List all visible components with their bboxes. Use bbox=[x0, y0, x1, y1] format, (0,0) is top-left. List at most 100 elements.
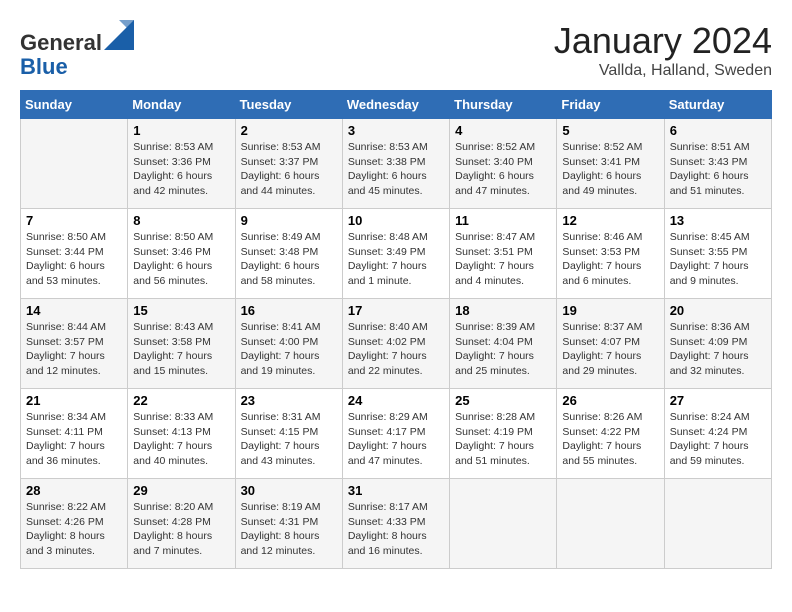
day-number: 14 bbox=[26, 303, 122, 318]
calendar-table: Sunday Monday Tuesday Wednesday Thursday… bbox=[20, 90, 772, 569]
day-number: 21 bbox=[26, 393, 122, 408]
day-number: 24 bbox=[348, 393, 444, 408]
title-block: January 2024 Vallda, Halland, Sweden bbox=[554, 20, 772, 80]
day-number: 27 bbox=[670, 393, 766, 408]
calendar-cell-w5-d6 bbox=[664, 479, 771, 569]
day-info: Sunrise: 8:37 AM Sunset: 4:07 PM Dayligh… bbox=[562, 320, 658, 379]
day-info: Sunrise: 8:50 AM Sunset: 3:44 PM Dayligh… bbox=[26, 230, 122, 289]
calendar-cell-w2-d2: 9 Sunrise: 8:49 AM Sunset: 3:48 PM Daylig… bbox=[235, 209, 342, 299]
calendar-cell-w1-d4: 4Sunrise: 8:52 AM Sunset: 3:40 PM Daylig… bbox=[450, 119, 557, 209]
calendar-cell-w5-d4 bbox=[450, 479, 557, 569]
calendar-cell-w1-d2: 2Sunrise: 8:53 AM Sunset: 3:37 PM Daylig… bbox=[235, 119, 342, 209]
day-info: Sunrise: 8:39 AM Sunset: 4:04 PM Dayligh… bbox=[455, 320, 551, 379]
day-headers-row: Sunday Monday Tuesday Wednesday Thursday… bbox=[21, 91, 772, 119]
day-number: 2 bbox=[241, 123, 337, 138]
day-info: Sunrise: 8:44 AM Sunset: 3:57 PM Dayligh… bbox=[26, 320, 122, 379]
calendar-cell-w1-d6: 6Sunrise: 8:51 AM Sunset: 3:43 PM Daylig… bbox=[664, 119, 771, 209]
calendar-cell-w1-d3: 3 Sunrise: 8:53 AM Sunset: 3:38 PM Daylig… bbox=[342, 119, 449, 209]
day-number: 25 bbox=[455, 393, 551, 408]
day-number: 1 bbox=[133, 123, 229, 138]
calendar-cell-w3-d6: 20 Sunrise: 8:36 AM Sunset: 4:09 PM Dayli… bbox=[664, 299, 771, 389]
logo: General Blue bbox=[20, 20, 134, 79]
day-number: 4 bbox=[455, 123, 551, 138]
calendar-cell-w5-d3: 31 Sunrise: 8:17 AM Sunset: 4:33 PM Dayli… bbox=[342, 479, 449, 569]
day-info: Sunrise: 8:43 AM Sunset: 3:58 PM Dayligh… bbox=[133, 320, 229, 379]
calendar-cell-w5-d5 bbox=[557, 479, 664, 569]
day-info: Sunrise: 8:26 AM Sunset: 4:22 PM Dayligh… bbox=[562, 410, 658, 469]
week-row-2: 7 Sunrise: 8:50 AM Sunset: 3:44 PM Daylig… bbox=[21, 209, 772, 299]
day-number: 31 bbox=[348, 483, 444, 498]
day-number: 11 bbox=[455, 213, 551, 228]
calendar-cell-w5-d0: 28 Sunrise: 8:22 AM Sunset: 4:26 PM Dayli… bbox=[21, 479, 128, 569]
day-number: 20 bbox=[670, 303, 766, 318]
day-number: 9 bbox=[241, 213, 337, 228]
week-row-4: 21 Sunrise: 8:34 AM Sunset: 4:11 PM Dayli… bbox=[21, 389, 772, 479]
day-number: 30 bbox=[241, 483, 337, 498]
day-number: 3 bbox=[348, 123, 444, 138]
week-row-1: 1 Sunrise: 8:53 AM Sunset: 3:36 PM Daylig… bbox=[21, 119, 772, 209]
day-info: Sunrise: 8:53 AM Sunset: 3:36 PM Dayligh… bbox=[133, 140, 229, 199]
calendar-cell-w4-d0: 21 Sunrise: 8:34 AM Sunset: 4:11 PM Dayli… bbox=[21, 389, 128, 479]
calendar-cell-w4-d2: 23Sunrise: 8:31 AM Sunset: 4:15 PM Dayli… bbox=[235, 389, 342, 479]
week-row-5: 28 Sunrise: 8:22 AM Sunset: 4:26 PM Dayli… bbox=[21, 479, 772, 569]
calendar-cell-w3-d2: 16 Sunrise: 8:41 AM Sunset: 4:00 PM Dayli… bbox=[235, 299, 342, 389]
month-title: January 2024 bbox=[554, 20, 772, 62]
calendar-cell-w5-d2: 30 Sunrise: 8:19 AM Sunset: 4:31 PM Dayli… bbox=[235, 479, 342, 569]
day-info: Sunrise: 8:41 AM Sunset: 4:00 PM Dayligh… bbox=[241, 320, 337, 379]
calendar-cell-w2-d3: 10Sunrise: 8:48 AM Sunset: 3:49 PM Dayli… bbox=[342, 209, 449, 299]
day-number: 26 bbox=[562, 393, 658, 408]
calendar-cell-w1-d1: 1 Sunrise: 8:53 AM Sunset: 3:36 PM Daylig… bbox=[128, 119, 235, 209]
week-row-3: 14 Sunrise: 8:44 AM Sunset: 3:57 PM Dayli… bbox=[21, 299, 772, 389]
calendar-cell-w2-d6: 13 Sunrise: 8:45 AM Sunset: 3:55 PM Dayli… bbox=[664, 209, 771, 299]
logo-icon bbox=[104, 20, 134, 50]
day-info: Sunrise: 8:29 AM Sunset: 4:17 PM Dayligh… bbox=[348, 410, 444, 469]
day-number: 16 bbox=[241, 303, 337, 318]
location-title: Vallda, Halland, Sweden bbox=[554, 62, 772, 80]
day-info: Sunrise: 8:34 AM Sunset: 4:11 PM Dayligh… bbox=[26, 410, 122, 469]
day-info: Sunrise: 8:36 AM Sunset: 4:09 PM Dayligh… bbox=[670, 320, 766, 379]
calendar-cell-w3-d0: 14 Sunrise: 8:44 AM Sunset: 3:57 PM Dayli… bbox=[21, 299, 128, 389]
day-number: 28 bbox=[26, 483, 122, 498]
day-info: Sunrise: 8:49 AM Sunset: 3:48 PM Dayligh… bbox=[241, 230, 337, 289]
calendar-cell-w1-d0 bbox=[21, 119, 128, 209]
day-info: Sunrise: 8:31 AM Sunset: 4:15 PM Dayligh… bbox=[241, 410, 337, 469]
logo-general-text: General bbox=[20, 30, 102, 55]
calendar-cell-w4-d1: 22 Sunrise: 8:33 AM Sunset: 4:13 PM Dayli… bbox=[128, 389, 235, 479]
day-number: 19 bbox=[562, 303, 658, 318]
day-info: Sunrise: 8:33 AM Sunset: 4:13 PM Dayligh… bbox=[133, 410, 229, 469]
day-info: Sunrise: 8:22 AM Sunset: 4:26 PM Dayligh… bbox=[26, 500, 122, 559]
header-monday: Monday bbox=[128, 91, 235, 119]
day-number: 22 bbox=[133, 393, 229, 408]
calendar-cell-w2-d4: 11Sunrise: 8:47 AM Sunset: 3:51 PM Dayli… bbox=[450, 209, 557, 299]
day-number: 17 bbox=[348, 303, 444, 318]
calendar-cell-w1-d5: 5 Sunrise: 8:52 AM Sunset: 3:41 PM Daylig… bbox=[557, 119, 664, 209]
day-number: 7 bbox=[26, 213, 122, 228]
header-saturday: Saturday bbox=[664, 91, 771, 119]
header-thursday: Thursday bbox=[450, 91, 557, 119]
day-number: 13 bbox=[670, 213, 766, 228]
day-number: 18 bbox=[455, 303, 551, 318]
calendar-cell-w2-d5: 12Sunrise: 8:46 AM Sunset: 3:53 PM Dayli… bbox=[557, 209, 664, 299]
header-wednesday: Wednesday bbox=[342, 91, 449, 119]
day-info: Sunrise: 8:45 AM Sunset: 3:55 PM Dayligh… bbox=[670, 230, 766, 289]
day-info: Sunrise: 8:19 AM Sunset: 4:31 PM Dayligh… bbox=[241, 500, 337, 559]
calendar-cell-w5-d1: 29Sunrise: 8:20 AM Sunset: 4:28 PM Dayli… bbox=[128, 479, 235, 569]
calendar-cell-w3-d1: 15 Sunrise: 8:43 AM Sunset: 3:58 PM Dayli… bbox=[128, 299, 235, 389]
calendar-cell-w4-d6: 27 Sunrise: 8:24 AM Sunset: 4:24 PM Dayli… bbox=[664, 389, 771, 479]
header-friday: Friday bbox=[557, 91, 664, 119]
day-number: 5 bbox=[562, 123, 658, 138]
logo-blue-text: Blue bbox=[20, 54, 68, 79]
day-info: Sunrise: 8:50 AM Sunset: 3:46 PM Dayligh… bbox=[133, 230, 229, 289]
calendar-cell-w4-d3: 24 Sunrise: 8:29 AM Sunset: 4:17 PM Dayli… bbox=[342, 389, 449, 479]
day-info: Sunrise: 8:24 AM Sunset: 4:24 PM Dayligh… bbox=[670, 410, 766, 469]
calendar-cell-w4-d5: 26 Sunrise: 8:26 AM Sunset: 4:22 PM Dayli… bbox=[557, 389, 664, 479]
day-info: Sunrise: 8:52 AM Sunset: 3:41 PM Dayligh… bbox=[562, 140, 658, 199]
day-info: Sunrise: 8:53 AM Sunset: 3:38 PM Dayligh… bbox=[348, 140, 444, 199]
day-number: 15 bbox=[133, 303, 229, 318]
calendar-cell-w3-d5: 19 Sunrise: 8:37 AM Sunset: 4:07 PM Dayli… bbox=[557, 299, 664, 389]
day-number: 6 bbox=[670, 123, 766, 138]
day-info: Sunrise: 8:46 AM Sunset: 3:53 PM Dayligh… bbox=[562, 230, 658, 289]
day-number: 29 bbox=[133, 483, 229, 498]
day-info: Sunrise: 8:40 AM Sunset: 4:02 PM Dayligh… bbox=[348, 320, 444, 379]
day-info: Sunrise: 8:17 AM Sunset: 4:33 PM Dayligh… bbox=[348, 500, 444, 559]
